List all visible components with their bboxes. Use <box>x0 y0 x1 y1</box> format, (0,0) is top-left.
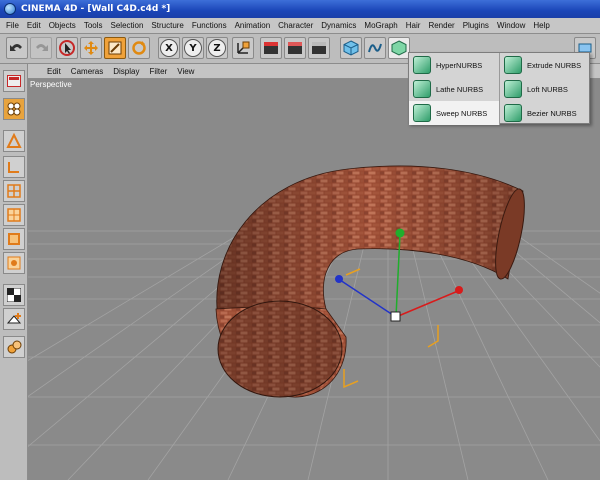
points-mode-icon[interactable] <box>3 156 25 178</box>
sculpt-icon[interactable] <box>3 336 25 358</box>
spline-icon[interactable] <box>364 37 386 59</box>
sweep-nurbs-icon <box>413 104 431 122</box>
sweep-nurbs-label: Sweep NURBS <box>436 108 488 118</box>
view-menu-edit[interactable]: Edit <box>42 67 66 76</box>
hypernurbs-icon <box>413 56 431 74</box>
scale-icon[interactable] <box>104 37 126 59</box>
left-tool-palette <box>0 64 28 480</box>
menu-character[interactable]: Character <box>274 21 317 30</box>
texture-mode-icon[interactable] <box>3 252 25 274</box>
viewport-scene[interactable] <box>28 79 600 480</box>
bezier-nurbs-label: Bezier NURBS <box>527 108 577 118</box>
render-picture-icon[interactable] <box>284 37 306 59</box>
select-icon[interactable] <box>56 37 78 59</box>
nurbs-icon[interactable] <box>388 37 410 59</box>
y-axis-icon[interactable]: Y <box>182 37 204 59</box>
menu-structure[interactable]: Structure <box>147 21 187 30</box>
model-mode-icon[interactable] <box>3 98 25 120</box>
menu-dynamics[interactable]: Dynamics <box>317 21 360 30</box>
menu-hair[interactable]: Hair <box>402 21 425 30</box>
x-axis-icon[interactable]: X <box>158 37 180 59</box>
menu-animation[interactable]: Animation <box>231 21 275 30</box>
coord-system-icon[interactable] <box>232 37 254 59</box>
z-axis-icon[interactable]: Z <box>206 37 228 59</box>
workplane-icon[interactable] <box>3 308 25 330</box>
edges-mode-icon[interactable] <box>3 180 25 202</box>
view-menu-cameras[interactable]: Cameras <box>66 67 108 76</box>
viewport-layout-icon[interactable] <box>3 70 25 92</box>
y-axis-label: Y <box>184 39 202 57</box>
menu-selection[interactable]: Selection <box>107 21 148 30</box>
menu-tools[interactable]: Tools <box>80 21 107 30</box>
window-title-bar: CINEMA 4D - [Wall C4D.c4d *] <box>0 0 600 18</box>
hypernurbs-item[interactable]: HyperNURBS <box>409 53 499 77</box>
bezier-nurbs-item[interactable]: Bezier NURBS <box>500 101 590 125</box>
menu-edit[interactable]: Edit <box>23 21 45 30</box>
menu-mograph[interactable]: MoGraph <box>360 21 401 30</box>
menu-plugins[interactable]: Plugins <box>459 21 493 30</box>
lathe-nurbs-icon <box>413 80 431 98</box>
cube-icon[interactable] <box>340 37 362 59</box>
menu-help[interactable]: Help <box>529 21 553 30</box>
view-menu-view[interactable]: View <box>172 67 199 76</box>
menu-functions[interactable]: Functions <box>188 21 231 30</box>
sweep-tube-object <box>215 165 525 398</box>
view-menu-filter[interactable]: Filter <box>144 67 172 76</box>
x-axis-label: X <box>160 39 178 57</box>
menu-bar: File Edit Objects Tools Selection Struct… <box>0 18 600 34</box>
bezier-nurbs-icon <box>504 104 522 122</box>
z-axis-label: Z <box>208 39 226 57</box>
menu-render[interactable]: Render <box>424 21 458 30</box>
loft-nurbs-item[interactable]: Loft NURBS <box>500 77 590 101</box>
view-menu-display[interactable]: Display <box>108 67 144 76</box>
lathe-nurbs-item[interactable]: Lathe NURBS <box>409 77 499 101</box>
viewport-label: Perspective <box>30 80 72 89</box>
perspective-viewport[interactable]: Perspective <box>28 79 600 480</box>
nurbs-popup-palette: HyperNURBS Lathe NURBS Sweep NURBS Extru… <box>408 52 590 125</box>
checker-icon[interactable] <box>3 284 25 306</box>
undo-icon[interactable] <box>6 37 28 59</box>
extrude-nurbs-label: Extrude NURBS <box>527 60 582 70</box>
menu-objects[interactable]: Objects <box>45 21 80 30</box>
cinema4d-app-icon <box>4 3 16 15</box>
lathe-nurbs-label: Lathe NURBS <box>436 84 484 94</box>
render-settings-icon[interactable] <box>308 37 330 59</box>
menu-window[interactable]: Window <box>493 21 529 30</box>
hypernurbs-label: HyperNURBS <box>436 60 483 70</box>
polygons-mode-icon[interactable] <box>3 204 25 226</box>
uv-mode-icon[interactable] <box>3 228 25 250</box>
object-axis-icon[interactable] <box>3 130 25 152</box>
render-view-icon[interactable] <box>260 37 282 59</box>
redo-icon[interactable] <box>30 37 52 59</box>
menu-file[interactable]: File <box>2 21 23 30</box>
loft-nurbs-icon <box>504 80 522 98</box>
sweep-nurbs-item[interactable]: Sweep NURBS <box>409 101 499 125</box>
extrude-nurbs-icon <box>504 56 522 74</box>
move-icon[interactable] <box>80 37 102 59</box>
rotate-icon[interactable] <box>128 37 150 59</box>
loft-nurbs-label: Loft NURBS <box>527 84 568 94</box>
extrude-nurbs-item[interactable]: Extrude NURBS <box>500 53 590 77</box>
window-title: CINEMA 4D - [Wall C4D.c4d *] <box>21 4 171 14</box>
